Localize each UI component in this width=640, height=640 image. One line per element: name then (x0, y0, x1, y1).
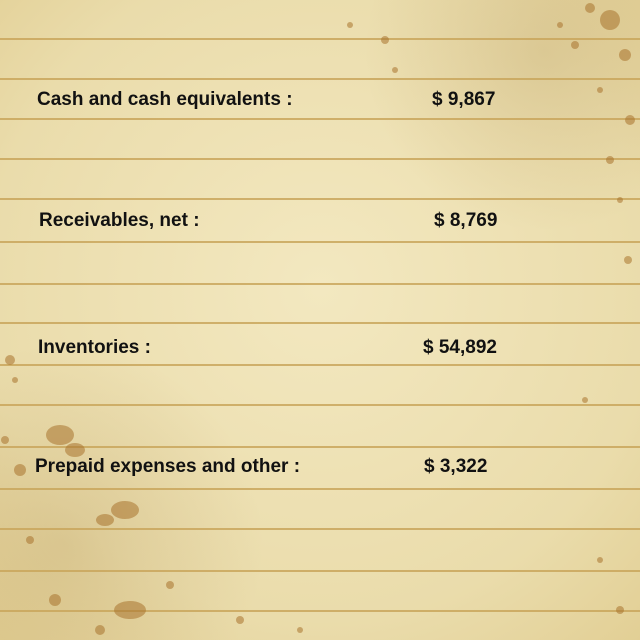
ruled-line (0, 38, 640, 40)
ruled-line (0, 198, 640, 200)
receivables-value: $ 8,769 (434, 210, 498, 231)
prepaid-expenses-value: $ 3,322 (424, 456, 488, 477)
ruled-line (0, 118, 640, 120)
ruled-line (0, 283, 640, 285)
ruled-line (0, 322, 640, 324)
ruled-line (0, 610, 640, 612)
ruled-line (0, 528, 640, 530)
inventories-label: Inventories : (38, 337, 151, 358)
cash-label: Cash and cash equivalents : (37, 89, 293, 110)
ruled-line (0, 241, 640, 243)
ruled-line (0, 488, 640, 490)
ruled-line (0, 446, 640, 448)
receivables-label: Receivables, net : (39, 210, 200, 231)
ruled-line (0, 570, 640, 572)
prepaid-expenses-label: Prepaid expenses and other : (35, 456, 301, 477)
ruled-line (0, 404, 640, 406)
cash-value: $ 9,867 (432, 89, 496, 110)
inventories-value: $ 54,892 (423, 337, 497, 358)
ruled-line (0, 364, 640, 366)
ruled-line (0, 158, 640, 160)
ruled-line (0, 78, 640, 80)
